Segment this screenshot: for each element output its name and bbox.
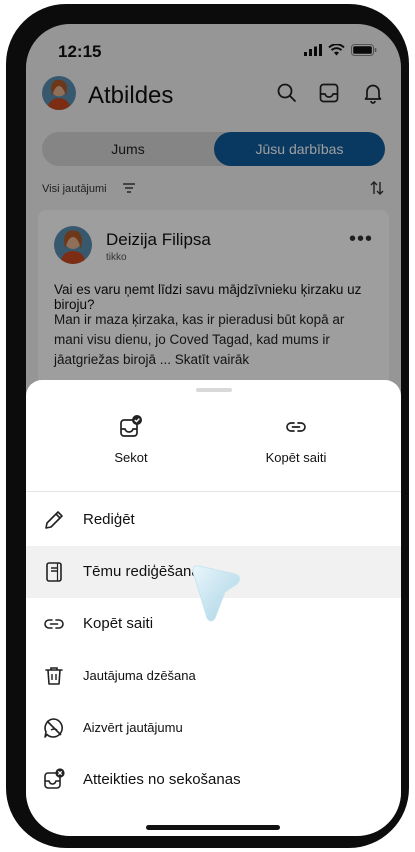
- menu-item-close-question[interactable]: Aizvērt jautājumu: [26, 702, 401, 754]
- notebook-icon: [46, 562, 62, 582]
- menu-item-edit[interactable]: Rediģēt: [26, 494, 401, 546]
- follow-button[interactable]: Sekot: [61, 406, 201, 490]
- menu-item-unfollow[interactable]: Atteikties no sekošanas: [26, 754, 401, 806]
- unfollow-icon: [44, 768, 65, 789]
- link-icon: [286, 422, 306, 432]
- home-indicator[interactable]: [146, 825, 280, 830]
- link-icon: [44, 619, 64, 629]
- menu-item-delete-question[interactable]: Jautājuma dzēšana: [26, 650, 401, 702]
- menu-label-delete-question: Jautājuma dzēšana: [83, 668, 196, 683]
- follow-label: Sekot: [114, 450, 148, 465]
- pencil-icon: [45, 511, 63, 529]
- app-screen: 12:15 Atbildes Jums Jūsu darbības Visi j…: [26, 24, 401, 836]
- menu-label-edit-topics: Tēmu rediģēšana: [83, 563, 200, 580]
- trash-icon: [45, 667, 63, 685]
- copy-link-quick-button[interactable]: Kopēt saiti: [226, 406, 366, 490]
- menu-label-unfollow: Atteikties no sekošanas: [83, 771, 241, 788]
- follow-inbox-icon: [120, 415, 142, 437]
- sheet-divider: [26, 491, 401, 492]
- phone-frame: 12:15 Atbildes Jums Jūsu darbības Visi j…: [6, 4, 409, 848]
- close-question-icon: [44, 718, 63, 738]
- touch-pointer-icon: [192, 565, 241, 622]
- sheet-grabber[interactable]: [196, 388, 232, 392]
- sheet-quick-actions: Sekot Kopēt saiti: [26, 406, 401, 490]
- menu-label-copy-link: Kopēt saiti: [83, 615, 154, 632]
- copy-link-quick-label: Kopēt saiti: [265, 450, 327, 465]
- menu-label-close-question: Aizvērt jautājumu: [83, 720, 183, 735]
- sheet-menu: Rediģēt Tēmu rediģēšana Kopēt saiti Jaut…: [26, 494, 401, 806]
- menu-label-edit: Rediģēt: [83, 511, 135, 528]
